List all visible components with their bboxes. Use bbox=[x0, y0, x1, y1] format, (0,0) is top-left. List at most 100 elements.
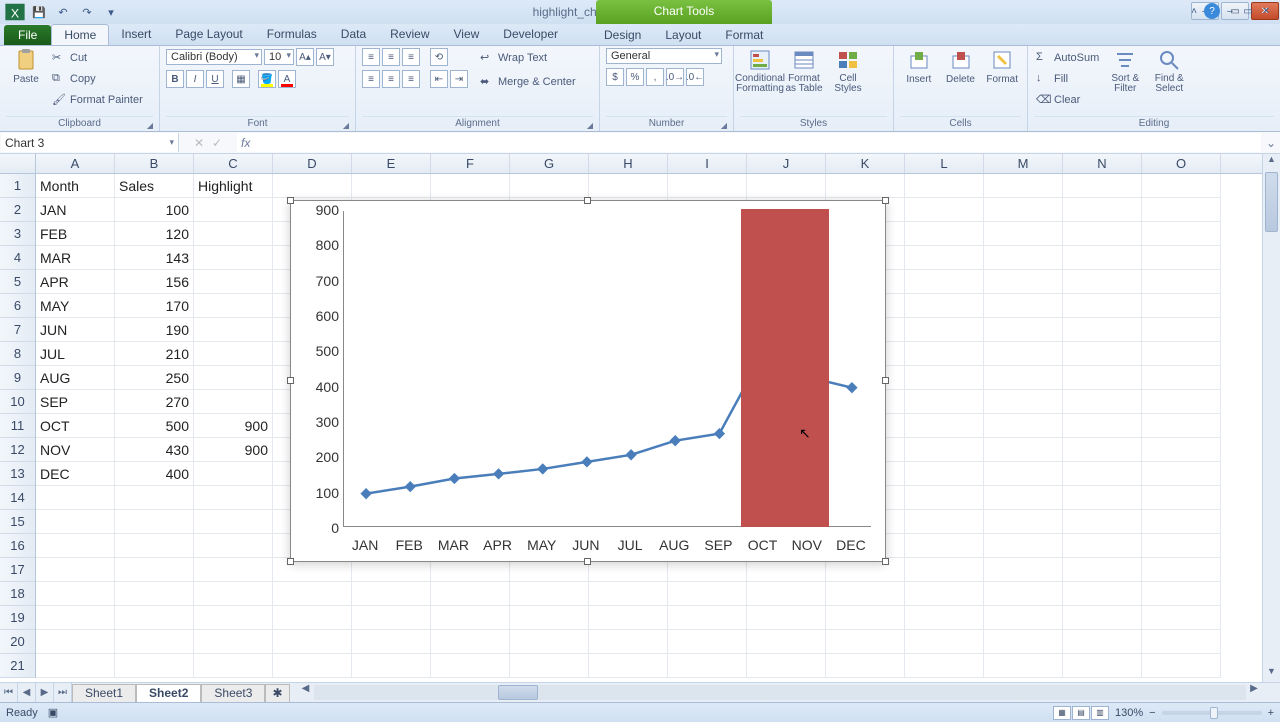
cell[interactable] bbox=[1063, 558, 1142, 582]
name-box[interactable]: Chart 3 bbox=[1, 133, 179, 152]
cell[interactable] bbox=[36, 630, 115, 654]
help-icon[interactable]: ? bbox=[1204, 3, 1220, 19]
column-header[interactable]: D bbox=[273, 154, 352, 173]
cell[interactable]: Highlight bbox=[194, 174, 273, 198]
data-marker[interactable] bbox=[714, 428, 725, 439]
cell[interactable] bbox=[747, 174, 826, 198]
cell[interactable] bbox=[905, 318, 984, 342]
data-marker[interactable] bbox=[625, 449, 636, 460]
cell[interactable] bbox=[905, 462, 984, 486]
cell[interactable] bbox=[905, 558, 984, 582]
cell[interactable] bbox=[905, 414, 984, 438]
cell[interactable] bbox=[984, 246, 1063, 270]
wrap-text-button[interactable]: ↩Wrap Text bbox=[478, 48, 578, 68]
borders-button[interactable]: ▦ bbox=[232, 70, 250, 88]
cell[interactable] bbox=[905, 510, 984, 534]
cell[interactable] bbox=[1142, 462, 1221, 486]
cell[interactable] bbox=[273, 654, 352, 678]
cell[interactable] bbox=[352, 606, 431, 630]
cell[interactable] bbox=[826, 606, 905, 630]
align-bottom-icon[interactable]: ≡ bbox=[402, 48, 420, 66]
cell[interactable] bbox=[273, 606, 352, 630]
cell[interactable]: 270 bbox=[115, 390, 194, 414]
cell-styles-button[interactable]: Cell Styles bbox=[828, 48, 868, 116]
cell[interactable]: 900 bbox=[194, 438, 273, 462]
tab-view[interactable]: View bbox=[442, 24, 492, 45]
cell[interactable] bbox=[984, 294, 1063, 318]
cell[interactable]: 400 bbox=[115, 462, 194, 486]
cell[interactable] bbox=[36, 654, 115, 678]
insert-cells-button[interactable]: Insert bbox=[900, 48, 938, 116]
column-header[interactable]: N bbox=[1063, 154, 1142, 173]
row-header[interactable]: 9 bbox=[0, 366, 35, 390]
row-header[interactable]: 6 bbox=[0, 294, 35, 318]
row-header[interactable]: 5 bbox=[0, 270, 35, 294]
row-header[interactable]: 19 bbox=[0, 606, 35, 630]
cell[interactable] bbox=[194, 222, 273, 246]
row-header[interactable]: 4 bbox=[0, 246, 35, 270]
cell[interactable]: 900 bbox=[194, 414, 273, 438]
align-center-icon[interactable]: ≡ bbox=[382, 70, 400, 88]
cell[interactable]: APR bbox=[36, 270, 115, 294]
cut-button[interactable]: ✂Cut bbox=[50, 48, 145, 68]
cell[interactable]: 100 bbox=[115, 198, 194, 222]
new-sheet-button[interactable]: ✱ bbox=[265, 684, 289, 702]
data-marker[interactable] bbox=[493, 468, 504, 479]
vertical-scrollbar[interactable]: ▲ ▼ bbox=[1262, 154, 1280, 682]
cell[interactable]: MAR bbox=[36, 246, 115, 270]
cell[interactable] bbox=[984, 630, 1063, 654]
merge-center-button[interactable]: ⬌Merge & Center bbox=[478, 72, 578, 92]
cell[interactable] bbox=[905, 294, 984, 318]
cell[interactable] bbox=[1063, 438, 1142, 462]
resize-handle[interactable] bbox=[882, 377, 889, 384]
format-cells-button[interactable]: Format bbox=[983, 48, 1021, 116]
tab-formulas[interactable]: Formulas bbox=[255, 24, 329, 45]
align-top-icon[interactable]: ≡ bbox=[362, 48, 380, 66]
macro-record-icon[interactable]: ▣ bbox=[48, 706, 58, 719]
resize-handle[interactable] bbox=[584, 558, 591, 565]
cell[interactable] bbox=[984, 462, 1063, 486]
cell[interactable] bbox=[1063, 510, 1142, 534]
workbook-close-icon[interactable]: ✕ bbox=[1258, 3, 1274, 19]
cell[interactable] bbox=[1063, 582, 1142, 606]
cell[interactable] bbox=[194, 510, 273, 534]
cell[interactable] bbox=[589, 582, 668, 606]
cell[interactable] bbox=[1063, 414, 1142, 438]
cell[interactable] bbox=[115, 606, 194, 630]
row-header[interactable]: 3 bbox=[0, 222, 35, 246]
cell[interactable] bbox=[984, 438, 1063, 462]
cell[interactable] bbox=[984, 174, 1063, 198]
cell[interactable] bbox=[668, 582, 747, 606]
fx-icon[interactable]: fx bbox=[241, 136, 250, 150]
cell[interactable] bbox=[431, 630, 510, 654]
cell[interactable] bbox=[1142, 222, 1221, 246]
cell[interactable] bbox=[984, 270, 1063, 294]
number-format-dropdown[interactable]: General bbox=[606, 48, 722, 64]
cell[interactable] bbox=[194, 318, 273, 342]
clear-button[interactable]: ⌫Clear bbox=[1034, 90, 1101, 110]
cell[interactable]: 250 bbox=[115, 366, 194, 390]
column-header[interactable]: J bbox=[747, 154, 826, 173]
format-painter-button[interactable]: 🖌Format Painter bbox=[50, 90, 145, 110]
cell[interactable]: 190 bbox=[115, 318, 194, 342]
cell[interactable] bbox=[984, 558, 1063, 582]
prev-sheet-icon[interactable]: ◀ bbox=[18, 683, 36, 702]
resize-handle[interactable] bbox=[287, 197, 294, 204]
row-header[interactable]: 15 bbox=[0, 510, 35, 534]
cell[interactable] bbox=[1142, 246, 1221, 270]
dialog-launcher-icon[interactable]: ◢ bbox=[147, 121, 153, 130]
row-header[interactable]: 17 bbox=[0, 558, 35, 582]
cell[interactable] bbox=[1063, 534, 1142, 558]
cell[interactable] bbox=[510, 606, 589, 630]
increase-decimal-icon[interactable]: .0→ bbox=[666, 68, 684, 86]
excel-icon[interactable]: X bbox=[4, 2, 26, 22]
zoom-in-button[interactable]: + bbox=[1268, 707, 1274, 719]
cell[interactable]: JUN bbox=[36, 318, 115, 342]
cell[interactable]: MAY bbox=[36, 294, 115, 318]
cell[interactable] bbox=[905, 174, 984, 198]
decrease-indent-icon[interactable]: ⇤ bbox=[430, 70, 448, 88]
qat-customize-icon[interactable]: ▾ bbox=[100, 2, 122, 22]
cell[interactable] bbox=[1063, 342, 1142, 366]
cell[interactable] bbox=[747, 630, 826, 654]
cell[interactable] bbox=[1142, 390, 1221, 414]
